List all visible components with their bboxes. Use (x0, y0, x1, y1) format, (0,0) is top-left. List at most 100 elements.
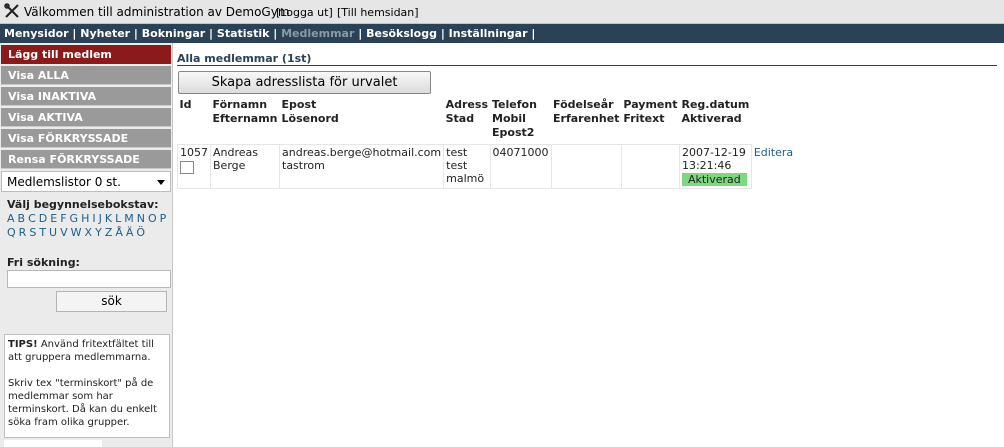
column-header-line: Efternamn (212, 112, 278, 125)
column-header-line: Reg.datum (681, 98, 750, 111)
cell-address: test test malmö (443, 144, 491, 189)
edit-link[interactable]: Editera (754, 146, 793, 159)
column-header-line: Epost (281, 98, 317, 111)
letter-link[interactable]: Z (105, 226, 113, 239)
letter-link[interactable]: J (99, 212, 102, 225)
logout-link[interactable]: [Logga ut] (276, 6, 333, 19)
sidebar: Lägg till medlem Visa ALLA Visa INAKTIVA… (0, 43, 173, 447)
menu-item-5[interactable]: Besökslogg (366, 27, 437, 40)
cell-edit: Editera (751, 145, 795, 189)
table-row: 1057 Andreas Berge andreas.berge@hotmail… (177, 144, 796, 189)
letter-link[interactable]: E (50, 212, 57, 225)
tips-paragraph-1: TIPS! Använd fritextfältet till att grup… (8, 338, 166, 364)
letter-link[interactable]: S (29, 226, 36, 239)
member-lists-select[interactable]: Medlemslistor 0 st. (1, 171, 171, 192)
email: andreas.berge@hotmail.com (282, 146, 442, 159)
letter-link[interactable]: G (70, 212, 79, 225)
column-header-line: Erfarenhet (553, 112, 620, 125)
search-input[interactable] (7, 270, 171, 288)
section-heading: Alla medlemmar (1st) (177, 52, 312, 65)
letter-link[interactable]: V (60, 226, 68, 239)
cell-name: Andreas Berge (210, 144, 280, 189)
letter-link[interactable]: Å (115, 226, 123, 239)
letter-label: Välj begynnelsebokstav: (7, 198, 159, 211)
tips-box: TIPS! Använd fritextfältet till att grup… (4, 334, 170, 438)
first-name: Andreas (213, 146, 258, 159)
add-member-button[interactable]: Lägg till medlem (1, 45, 171, 64)
column-header-line: Förnamn (212, 98, 268, 111)
show-all-button[interactable]: Visa ALLA (1, 66, 171, 85)
select-checkbox[interactable] (180, 161, 194, 174)
letter-link[interactable]: Y (95, 226, 102, 239)
letter-link[interactable]: P (160, 212, 167, 225)
column-header-line: Mobil (492, 112, 526, 125)
clear-checked-button[interactable]: Rensa FÖRKRYSSADE (1, 150, 171, 169)
show-checked-button[interactable]: Visa FÖRKRYSSADE (1, 129, 171, 148)
menu-item-0[interactable]: Menysidor (4, 27, 69, 40)
column-header-line: Aktiverad (681, 112, 742, 125)
letter-link[interactable]: B (18, 212, 26, 225)
letter-link[interactable]: Q (7, 226, 16, 239)
search-button[interactable]: sök (56, 291, 167, 312)
menu-item-2[interactable]: Bokningar (142, 27, 205, 40)
site-link[interactable]: [Till hemsidan] (337, 6, 419, 19)
password: tastrom (282, 159, 325, 172)
letter-link[interactable]: O (148, 212, 157, 225)
letter-link[interactable]: N (137, 212, 145, 225)
member-id: 1057 (180, 146, 208, 159)
letter-link[interactable]: T (39, 226, 46, 239)
menu-item-6[interactable]: Inställningar (449, 27, 528, 40)
menu-separator: | (68, 27, 81, 40)
column-header: Adress Stad (444, 97, 490, 145)
show-inactive-button[interactable]: Visa INAKTIVA (1, 87, 171, 106)
column-header: Telefon Mobil Epost2 (490, 97, 551, 145)
letter-link[interactable]: Ä (126, 226, 134, 239)
cell-id: 1057 (177, 144, 211, 189)
menu-separator: | (130, 27, 142, 40)
menu-items: Menysidor | Nyheter | Bokningar | Statis… (4, 27, 535, 40)
letter-link[interactable]: A (7, 212, 15, 225)
top-bar: Välkommen till administration av DemoGym… (0, 0, 1004, 24)
letter-link[interactable]: W (71, 226, 82, 239)
members-table: Id Förnamn Efternamn Epost Lösenord Adress Sta… (177, 97, 796, 189)
column-header: Payment Fritext (621, 97, 679, 145)
column-header-line: Epost2 (492, 126, 535, 139)
letter-link[interactable]: H (81, 212, 89, 225)
last-name: Berge (213, 159, 246, 172)
column-header: Epost Lösenord (280, 97, 444, 145)
column-header-line: Lösenord (281, 112, 339, 125)
menu-item-3[interactable]: Statistik (217, 27, 270, 40)
create-address-list-button[interactable]: Skapa adresslista för urvalet (178, 71, 431, 94)
letter-link[interactable]: Ö (136, 226, 145, 239)
reg-time: 13:21:46 (681, 159, 732, 172)
column-header-line: Adress (445, 98, 488, 111)
letter-row-2: QRSTUVWXYZÅÄÖ (7, 225, 167, 240)
tips-title: TIPS! (8, 339, 38, 350)
cell-reg-date: 2007-12-19 13:21:46 Aktiverad (678, 144, 752, 189)
menu-item-1[interactable]: Nyheter (80, 27, 130, 40)
letter-link[interactable]: R (19, 226, 27, 239)
letter-link[interactable]: L (115, 212, 121, 225)
cell-birth-year (550, 144, 622, 189)
tools-icon (4, 3, 19, 18)
chevron-down-icon (157, 180, 165, 185)
menu-separator: | (205, 27, 217, 40)
letter-link[interactable]: D (39, 212, 47, 225)
cell-email: andreas.berge@hotmail.com tastrom (278, 144, 445, 189)
letter-link[interactable]: C (28, 212, 36, 225)
table-header-row: Id Förnamn Efternamn Epost Lösenord Adress Sta… (178, 97, 796, 145)
letter-link[interactable]: X (85, 226, 93, 239)
divider (177, 65, 997, 66)
letter-link[interactable]: U (49, 226, 57, 239)
cell-phone: 04071000 (489, 144, 552, 189)
show-active-button[interactable]: Visa AKTIVA (1, 108, 171, 127)
letter-link[interactable]: F (60, 212, 66, 225)
menu-item-4[interactable]: Medlemmar (281, 27, 354, 40)
letter-link[interactable]: K (105, 212, 112, 225)
column-header: Id (178, 97, 211, 145)
address: test test (446, 146, 468, 172)
letter-link[interactable]: M (124, 212, 134, 225)
letter-link[interactable]: I (92, 212, 95, 225)
column-header: Reg.datum Aktiverad (679, 97, 751, 145)
column-header-line: Payment (623, 98, 678, 111)
